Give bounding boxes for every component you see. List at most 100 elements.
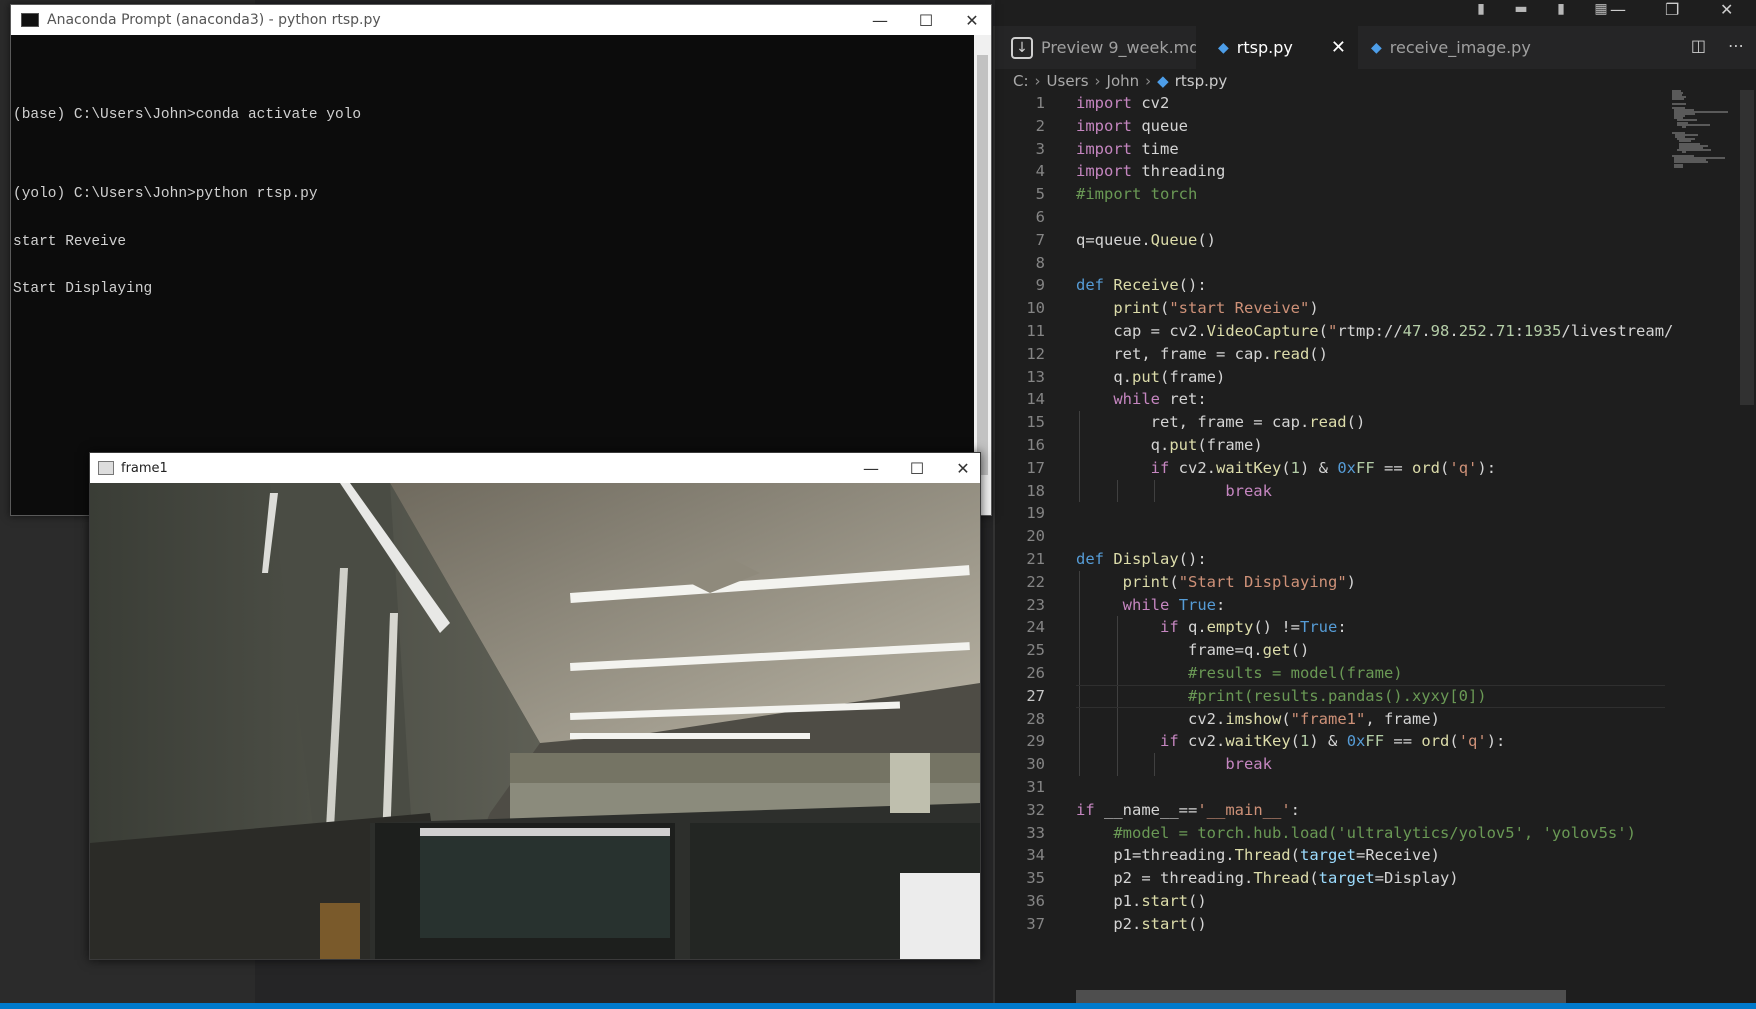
close-icon[interactable]: ✕: [949, 5, 995, 35]
minimap-line: [1672, 98, 1684, 101]
line-number: 16: [1026, 435, 1045, 454]
minimize-icon[interactable]: —: [857, 5, 903, 35]
tab-label: Preview 9_week.md: [1041, 38, 1200, 57]
code-line[interactable]: 5 #import torch: [995, 183, 1665, 206]
code-line[interactable]: 6: [995, 206, 1665, 229]
code-line[interactable]: 14 while ret:: [995, 388, 1665, 411]
window-icon: [98, 461, 114, 475]
prompt-line: start Reveive: [13, 233, 127, 250]
console-icon: [21, 13, 39, 27]
toggle-primary-sidebar-icon[interactable]: ▮: [1470, 1, 1492, 17]
breadcrumb-item[interactable]: C:: [1013, 72, 1029, 90]
code-text: def Receive():: [1076, 276, 1207, 295]
prompt-titlebar[interactable]: Anaconda Prompt (anaconda3) - python rts…: [11, 5, 991, 35]
line-number: 17: [1026, 458, 1045, 477]
customize-layout-icon[interactable]: ▦: [1590, 1, 1612, 17]
code-line[interactable]: 35 p2 = threading.Thread(target=Display): [995, 867, 1665, 890]
status-bar: [0, 1003, 1756, 1009]
code-line[interactable]: 25 frame=q.get(): [995, 639, 1665, 662]
code-line[interactable]: 26 #results = model(frame): [995, 661, 1665, 685]
frame1-titlebar[interactable]: frame1 — ☐ ✕: [90, 453, 980, 483]
maximize-icon[interactable]: ☐: [903, 5, 949, 35]
prompt-output[interactable]: (base) C:\Users\John>conda activate yolo…: [13, 45, 361, 329]
code-line[interactable]: 19: [995, 502, 1665, 525]
toggle-panel-icon[interactable]: ▬: [1510, 1, 1532, 17]
code-line[interactable]: 24 if q.empty() !=True:: [995, 616, 1665, 640]
markdown-preview-icon: ↓: [1011, 36, 1033, 59]
code-line[interactable]: 12 ret, frame = cap.read(): [995, 343, 1665, 366]
code-line[interactable]: 4 import threading: [995, 160, 1665, 183]
code-line[interactable]: 3 import time: [995, 138, 1665, 161]
code-line[interactable]: 22 print("Start Displaying"): [995, 570, 1665, 594]
toggle-secondary-sidebar-icon[interactable]: ▮: [1550, 1, 1572, 17]
code-line[interactable]: 36 p1.start(): [995, 890, 1665, 913]
code-line[interactable]: 34 p1=threading.Thread(target=Receive): [995, 844, 1665, 867]
minimize-icon[interactable]: —: [1610, 0, 1626, 19]
minimap-line: [1681, 125, 1687, 128]
close-tab-icon[interactable]: ✕: [1331, 37, 1346, 58]
code-line[interactable]: 10 print("start Reveive"): [995, 297, 1665, 320]
breadcrumb-item[interactable]: rtsp.py: [1175, 72, 1228, 90]
code-line[interactable]: 7 q=queue.Queue(): [995, 229, 1665, 252]
tab-receive-image-py[interactable]: ◆ receive_image.py: [1357, 26, 1555, 69]
code-line[interactable]: 11 cap = cv2.VideoCapture("rtmp://47.98.…: [995, 320, 1673, 343]
code-line[interactable]: 16 q.put(frame): [995, 433, 1665, 457]
code-line[interactable]: 23 while True:: [995, 593, 1665, 617]
maximize-icon[interactable]: ☐: [894, 453, 940, 483]
code-line[interactable]: 8: [995, 252, 1665, 275]
anaconda-prompt-window[interactable]: Anaconda Prompt (anaconda3) - python rts…: [10, 4, 992, 516]
code-text: if cv2.waitKey(1) & 0xFF == ord('q'):: [1160, 732, 1506, 751]
vertical-scrollbar[interactable]: [1740, 90, 1754, 405]
minimap-line: [1672, 102, 1686, 105]
code-line[interactable]: 17 if cv2.waitKey(1) & 0xFF == ord('q'):: [995, 456, 1665, 480]
code-line[interactable]: 33 #model = torch.hub.load('ultralytics/…: [995, 822, 1665, 845]
code-line[interactable]: 32 if __name__=='__main__':: [995, 799, 1665, 822]
code-line[interactable]: 18 break: [995, 479, 1665, 503]
line-number: 14: [1026, 390, 1045, 409]
code-line[interactable]: 29 if cv2.waitKey(1) & 0xFF == ord('q'):: [995, 730, 1665, 754]
code-text: #results = model(frame): [1187, 663, 1403, 682]
horizontal-scrollbar[interactable]: [1076, 990, 1566, 1003]
close-window-icon[interactable]: ✕: [1720, 0, 1733, 19]
restore-icon[interactable]: ❐: [1665, 0, 1679, 19]
code-line[interactable]: 15 ret, frame = cap.read(): [995, 411, 1665, 434]
frame1-window[interactable]: frame1 — ☐ ✕: [89, 452, 981, 960]
tab-preview-9-week[interactable]: ↓ Preview 9_week.md: [1005, 26, 1223, 69]
code-line[interactable]: 9 def Receive():: [995, 274, 1665, 297]
line-number: 12: [1026, 344, 1045, 363]
chevron-right-icon: ›: [1145, 72, 1152, 90]
code-line[interactable]: 30 break: [995, 753, 1665, 776]
code-line[interactable]: 2 import queue: [995, 115, 1665, 138]
minimize-icon[interactable]: —: [848, 453, 894, 483]
tab-rtsp-py[interactable]: ◆ rtsp.py ✕: [1196, 26, 1358, 69]
code-line[interactable]: 21 def Display():: [995, 548, 1665, 571]
code-line[interactable]: 13 q.put(frame): [995, 366, 1665, 389]
code-line[interactable]: 20: [995, 525, 1665, 548]
minimap-line: [1674, 165, 1684, 168]
scrollbar-thumb[interactable]: [977, 55, 988, 475]
code-text: def Display():: [1076, 549, 1207, 568]
code-editor[interactable]: 1 import cv2 2 import queue 3 import time 4 imp…: [995, 92, 1673, 936]
code-line[interactable]: 37 p2.start(): [995, 913, 1665, 936]
code-text: print("start Reveive"): [1113, 299, 1319, 318]
split-editor-icon[interactable]: ◫: [1691, 36, 1706, 55]
line-number: 2: [1035, 116, 1045, 135]
prompt-line: Start Displaying: [13, 280, 153, 297]
layout-controls: ▮ ▬ ▮ ▦: [1470, 0, 1612, 18]
close-icon[interactable]: ✕: [940, 453, 986, 483]
code-line[interactable]: 1 import cv2: [995, 92, 1665, 115]
code-text: break: [1225, 755, 1272, 774]
code-text: import threading: [1076, 162, 1226, 181]
line-number: 18: [1026, 481, 1045, 500]
code-text: #model = torch.hub.load('ultralytics/yol…: [1113, 823, 1636, 842]
code-line[interactable]: 28 cv2.imshow("frame1", frame): [995, 707, 1665, 731]
code-line[interactable]: 27 #print(results.pandas().xyxy[0]): [995, 684, 1665, 708]
code-text: while ret:: [1113, 390, 1207, 409]
prompt-scrollbar[interactable]: [974, 35, 991, 515]
breadcrumb-item[interactable]: John: [1107, 72, 1140, 90]
line-number: 22: [1026, 572, 1045, 591]
code-line[interactable]: 31: [995, 776, 1665, 799]
more-actions-icon[interactable]: ⋯: [1728, 36, 1744, 55]
breadcrumb-item[interactable]: Users: [1047, 72, 1089, 90]
python-file-icon: ◆: [1218, 39, 1229, 56]
